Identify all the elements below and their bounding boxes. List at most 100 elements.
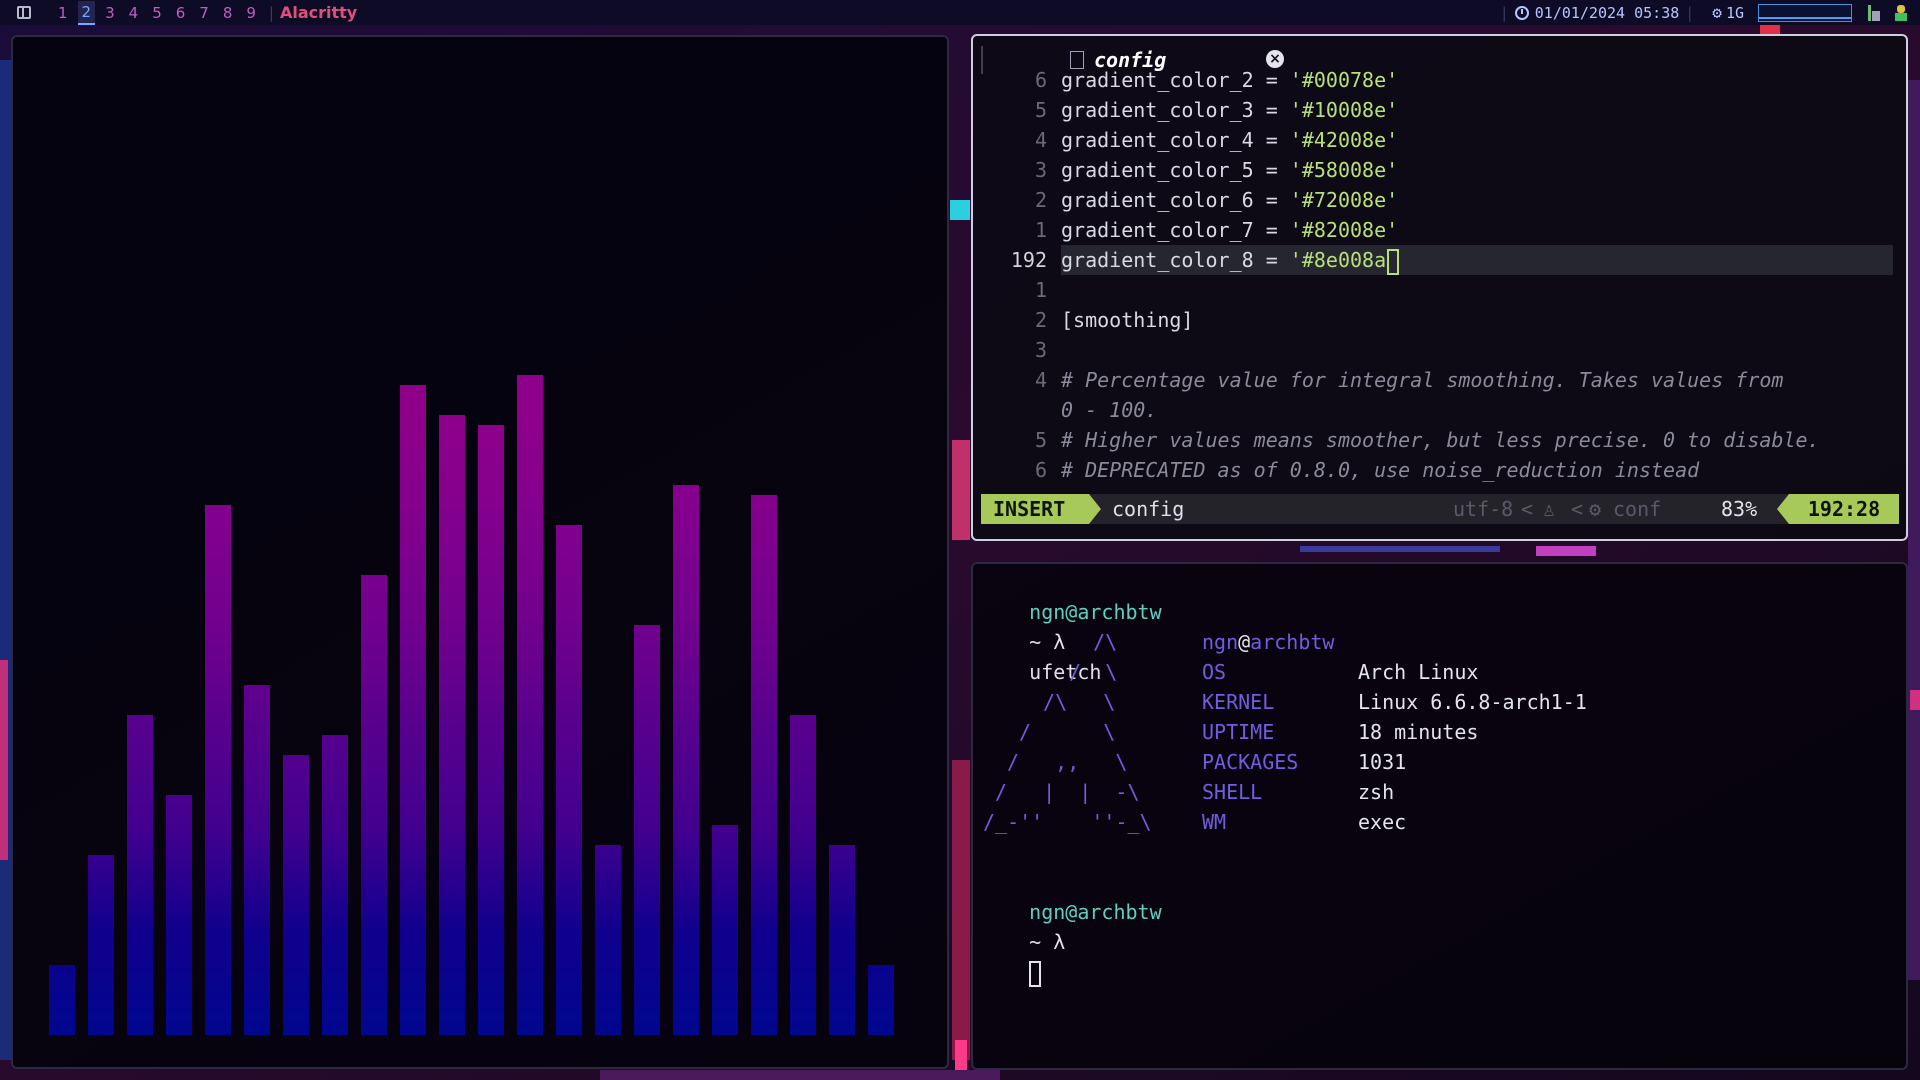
tab-config[interactable]: config xyxy=(1070,46,1166,74)
visualizer-bar xyxy=(712,825,738,1035)
workspace-9[interactable]: 9 xyxy=(242,2,260,24)
file-icon xyxy=(1070,51,1084,69)
visualizer-bar xyxy=(400,385,426,1035)
line-number: 2 xyxy=(1034,188,1047,212)
prompt-line: ngn@archbtw ~ λ ufetch xyxy=(981,567,1161,684)
network-icon[interactable] xyxy=(1868,4,1882,21)
workspace-1[interactable]: 1 xyxy=(54,2,72,24)
tray-icon[interactable] xyxy=(1894,4,1908,21)
line-number: 1 xyxy=(1034,218,1047,242)
editor-line[interactable]: 2 gradient_color_6 = '#72008e' xyxy=(973,185,1893,215)
cpu-label: 1G xyxy=(1725,3,1744,22)
ascii-art-line: /\ \ xyxy=(1031,690,1116,714)
visualizer-bar xyxy=(829,845,855,1035)
editor-line[interactable]: 192 gradient_color_8 = '#8e008a xyxy=(973,245,1893,275)
ascii-art-line: / \ xyxy=(1045,660,1118,684)
status-encoding: utf-8 xyxy=(1453,497,1514,521)
workspace-5[interactable]: 5 xyxy=(148,2,166,24)
code-text: # DEPRECATED as of 0.8.0, use noise_redu… xyxy=(1061,455,1699,485)
close-icon[interactable]: × xyxy=(1266,50,1284,68)
editor-line[interactable]: 4 gradient_color_4 = '#42008e' xyxy=(973,125,1893,155)
clock[interactable]: 01/01/2024 05:38 xyxy=(1535,4,1680,22)
visualizer-bar xyxy=(322,735,348,1035)
linux-icon: ♙ xyxy=(1543,497,1556,521)
editor-cursor xyxy=(1387,248,1400,275)
comment: # Higher values means smoother, but less… xyxy=(1061,428,1820,452)
code-text: gradient_color_8 = '#8e008a xyxy=(1061,245,1400,275)
code-text: gradient_color_6 = '#72008e' xyxy=(1061,185,1398,215)
info-value: 18 minutes xyxy=(1358,720,1479,744)
info-value: Arch Linux xyxy=(1358,660,1479,684)
info-key: WM xyxy=(1202,810,1227,834)
workspace-8[interactable]: 8 xyxy=(219,2,237,24)
code-text: # Higher values means smoother, but less… xyxy=(1061,425,1820,455)
workspace-6[interactable]: 6 xyxy=(172,2,190,24)
editor-line[interactable]: 6 # DEPRECATED as of 0.8.0, use noise_red… xyxy=(973,455,1893,485)
info-value: zsh xyxy=(1358,780,1395,804)
editor-line[interactable]: 1 gradient_color_7 = '#82008e' xyxy=(973,215,1893,245)
status-separator: < xyxy=(1571,497,1584,521)
visualizer-bar xyxy=(751,495,777,1035)
workspace-3[interactable]: 3 xyxy=(101,2,119,24)
workspace-7[interactable]: 7 xyxy=(195,2,213,24)
visualizer-bar xyxy=(244,685,270,1035)
separator: | xyxy=(1685,3,1695,22)
editor-line[interactable]: 4 # Percentage value for integral smoothi… xyxy=(973,365,1893,395)
comment: # Percentage value for integral smoothin… xyxy=(1061,368,1784,392)
code-text: gradient_color_5 = '#58008e' xyxy=(1061,155,1398,185)
line-number: 5 xyxy=(1034,98,1047,122)
cpu-icon: ⚙ xyxy=(1712,3,1722,22)
topbar-right: | 01/01/2024 05:38 | ⚙ 1G xyxy=(1494,0,1920,25)
section-header: [smoothing] xyxy=(1061,308,1194,332)
workspace-2[interactable]: 2 xyxy=(77,0,96,25)
terminal-window[interactable]: ngn@archbtw ~ λ ufetch /\ / \ /\ \ / \ / ,… xyxy=(971,562,1908,1070)
editor-line[interactable]: 0 - 100. xyxy=(973,395,1893,425)
gear-icon: ⚙ xyxy=(1589,497,1602,521)
top-bar: 1 2 3 4 5 6 7 8 9 | Alacritty | 01/01/20… xyxy=(0,0,1920,25)
config-key: gradient_color_6 = xyxy=(1061,188,1290,212)
mode-indicator: INSERT xyxy=(981,494,1089,524)
editor-line[interactable]: 3 gradient_color_5 = '#58008e' xyxy=(973,155,1893,185)
tab-title: config xyxy=(1094,48,1167,72)
info-value: exec xyxy=(1358,810,1407,834)
line-number: 2 xyxy=(1034,308,1047,332)
status-filetype: conf xyxy=(1613,497,1662,521)
editor-line[interactable]: 5 gradient_color_3 = '#10008e' xyxy=(973,95,1893,125)
prompt-line[interactable]: ngn@archbtw ~ λ xyxy=(981,867,1162,987)
editor-window[interactable]: 6 gradient_color_2 = '#00078e' 5 gradient_c… xyxy=(971,34,1908,541)
info-key: PACKAGES xyxy=(1202,750,1299,774)
config-key: gradient_color_3 = xyxy=(1061,98,1290,122)
comment: # DEPRECATED as of 0.8.0, use noise_redu… xyxy=(1061,458,1700,482)
code-text: # Percentage value for integral smoothin… xyxy=(1061,365,1783,395)
line-number: 3 xyxy=(1034,158,1047,182)
editor-line[interactable]: 1 xyxy=(973,275,1893,305)
info-key: SHELL xyxy=(1202,780,1263,804)
visualizer-window[interactable] xyxy=(11,35,949,1069)
fetch-user: ngn xyxy=(1202,630,1239,654)
ascii-art-line: /_-'' ''-_\ xyxy=(983,810,1152,834)
memory-graph xyxy=(1758,3,1852,22)
editor-line[interactable]: 2 [smoothing] xyxy=(973,305,1893,335)
visualizer-bar xyxy=(478,425,504,1035)
workspace-4[interactable]: 4 xyxy=(125,2,143,24)
code-text: gradient_color_4 = '#42008e' xyxy=(1061,125,1398,155)
layout-icon[interactable] xyxy=(17,6,31,19)
separator: | xyxy=(1499,3,1509,22)
code-text: gradient_color_7 = '#82008e' xyxy=(1061,215,1398,245)
editor-line[interactable]: 3 xyxy=(973,335,1893,365)
config-key: gradient_color_5 = xyxy=(1061,158,1290,182)
editor-line[interactable]: 5 # Higher values means smoother, but les… xyxy=(973,425,1893,455)
ascii-art-line: / ,, \ xyxy=(1007,750,1128,774)
prompt-user: ngn@archbtw xyxy=(1029,900,1162,924)
mode-separator xyxy=(1089,494,1101,524)
terminal-cursor xyxy=(1029,960,1042,987)
prompt-symbol: ~ λ xyxy=(1029,930,1066,954)
visualizer-bar xyxy=(868,965,894,1035)
visualizer-bar xyxy=(634,625,660,1035)
visualizer-bar xyxy=(361,575,387,1035)
config-value: '#72008e' xyxy=(1289,188,1399,212)
status-line: INSERT config utf-8 < ♙ < ⚙ conf 83% 192… xyxy=(981,494,1899,524)
prompt-user: ngn@archbtw xyxy=(1029,600,1162,624)
config-value: '#82008e' xyxy=(1289,218,1399,242)
visualizer-bar xyxy=(517,375,543,1035)
